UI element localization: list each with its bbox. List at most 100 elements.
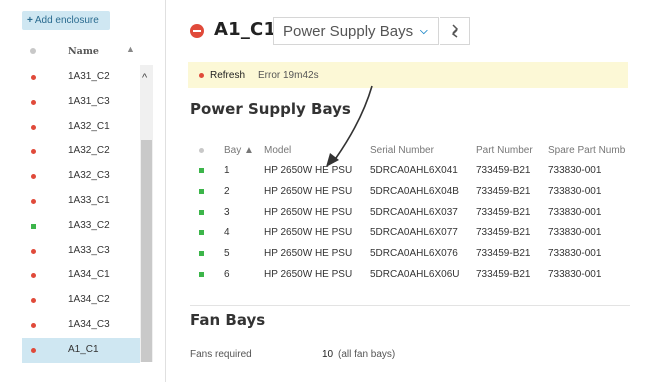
model-cell: HP 2650W HE PSU [264,227,353,239]
bay-cell: 2 [224,185,230,197]
part-number-column-header[interactable]: Part Number [476,145,533,156]
bay-cell: 3 [224,206,230,218]
part-number-cell: 733459-B21 [476,206,531,218]
enclosure-list-item[interactable]: 1A31_C3 [22,90,140,115]
split-view-icon[interactable] [440,17,470,45]
enclosure-name: 1A32_C2 [68,145,110,157]
part-number-cell: 733459-B21 [476,227,531,239]
fans-required-note: (all fan bays) [338,349,396,360]
enclosure-list-item[interactable]: 1A32_C1 [22,115,140,140]
status-icon [31,174,36,180]
status-icon [31,273,36,279]
enclosure-list-header: Name ▲ [22,42,140,62]
enclosure-name: 1A31_C3 [68,95,110,107]
fans-required-label: Fans required [190,349,252,360]
refresh-status-label: Refresh [210,70,246,81]
bay-cell: 1 [224,165,230,176]
add-enclosure-label: Add enclosure [34,15,99,26]
ok-status-icon [199,168,204,173]
status-icon [31,99,36,105]
ok-status-icon [199,188,204,194]
status-icon [31,248,36,254]
sort-ascending-icon[interactable]: ▲ [126,44,135,54]
model-cell: HP 2650W HE PSU [264,248,353,260]
status-icon [31,75,36,80]
table-row[interactable]: 5 HP 2650W HE PSU 5DRCA0AHL6X076 733459-B21… [190,243,630,264]
serial-number-cell: 5DRCA0AHL6X077 [370,227,458,239]
model-column-header[interactable]: Model [264,145,291,156]
enclosure-name: A1_C1 [68,343,99,355]
table-row[interactable]: 2 HP 2650W HE PSU 5DRCA0AHL6X04B 733459-B21… [190,181,630,202]
model-cell: HP 2650W HE PSU [264,165,353,176]
spare-part-number-cell: 733830-001 [548,227,602,239]
enclosure-name: 1A33_C2 [68,219,110,231]
error-status-text: Error 19m42s [258,70,319,81]
table-body: 1 HP 2650W HE PSU 5DRCA0AHL6X041 733459-B21… [190,160,630,285]
serial-number-cell: 5DRCA0AHL6X041 [370,165,458,176]
enclosure-list-item[interactable]: 1A32_C3 [22,164,140,189]
enclosure-list-item[interactable]: 1A33_C1 [22,189,140,214]
bay-cell: 4 [224,227,230,239]
enclosure-name: 1A34_C3 [68,318,110,330]
enclosure-list-item[interactable]: 1A33_C3 [22,239,140,264]
status-icon [31,223,36,229]
main-panel: A1_C1 Power Supply Bays ⌵ Refresh Error … [166,0,650,382]
status-icon [31,298,36,304]
table-header-row: Bay ▲ Model Serial Number Part Number Sp… [190,140,630,160]
status-column-header[interactable] [199,148,204,153]
enclosure-name: 1A34_C2 [68,294,110,306]
serial-number-cell: 5DRCA0AHL6X04B [370,185,459,197]
enclosure-list-item[interactable]: 1A34_C3 [22,313,140,338]
ok-status-icon [199,271,204,277]
enclosure-list-item[interactable]: 1A33_C2 [22,214,140,239]
serial-number-cell: 5DRCA0AHL6X037 [370,206,458,218]
part-number-cell: 733459-B21 [476,248,531,260]
scrollbar-thumb[interactable] [141,140,152,362]
spare-part-number-cell: 733830-001 [548,206,602,218]
bay-column-header[interactable]: Bay ▲ [224,145,254,156]
critical-status-icon [190,24,204,38]
enclosure-name: 1A34_C1 [68,269,110,281]
status-icon [31,149,36,155]
fan-bays-heading: Fan Bays [190,311,266,329]
name-column-header[interactable]: Name [68,46,99,57]
view-selector-dropdown[interactable]: Power Supply Bays ⌵ [273,17,439,45]
enclosure-name: 1A31_C2 [68,71,110,82]
error-status-icon [199,73,204,78]
spare-part-number-cell: 733830-001 [548,165,602,176]
enclosure-list-item[interactable]: 1A32_C2 [22,139,140,164]
model-cell: HP 2650W HE PSU [264,206,353,218]
table-row[interactable]: 3 HP 2650W HE PSU 5DRCA0AHL6X037 733459-B21… [190,202,630,223]
bay-cell: 6 [224,268,230,280]
add-enclosure-button[interactable]: + Add enclosure [22,11,110,30]
model-cell: HP 2650W HE PSU [264,185,353,197]
scroll-up-icon[interactable]: ^ [142,72,147,84]
status-icon [31,347,36,353]
part-number-cell: 733459-B21 [476,268,531,280]
status-column-header[interactable] [30,48,36,54]
status-bar: Refresh Error 19m42s [188,62,628,88]
table-row[interactable]: 1 HP 2650W HE PSU 5DRCA0AHL6X041 733459-B21… [190,160,630,181]
power-supply-table: Bay ▲ Model Serial Number Part Number Sp… [190,140,630,285]
spare-part-number-cell: 733830-001 [548,248,602,260]
spare-part-number-column-header[interactable]: Spare Part Numb [548,145,625,156]
enclosure-list-item[interactable]: 1A34_C1 [22,263,140,288]
enclosure-name: 1A32_C1 [68,120,110,132]
enclosure-list-item[interactable]: A1_C1 [22,337,140,363]
enclosure-name: 1A33_C1 [68,194,110,206]
table-row[interactable]: 4 HP 2650W HE PSU 5DRCA0AHL6X077 733459-B21… [190,222,630,243]
view-selector-value: Power Supply Bays [283,23,414,40]
serial-number-column-header[interactable]: Serial Number [370,145,434,156]
enclosure-list-item[interactable]: 1A31_C2 [22,65,140,90]
enclosure-name: 1A32_C3 [68,170,110,182]
status-icon [31,124,36,130]
page-title: A1_C1 [214,19,277,40]
enclosure-list-item[interactable]: 1A34_C2 [22,288,140,313]
table-row[interactable]: 6 HP 2650W HE PSU 5DRCA0AHL6X06U 733459-B21… [190,264,630,285]
section-divider [190,305,630,306]
bay-cell: 5 [224,248,230,260]
enclosure-list: 1A31_C2 1A31_C3 1A32_C1 1A32_C2 1A32_C3 1A33_… [22,65,140,363]
ok-status-icon [199,230,204,236]
enclosure-name: 1A33_C3 [68,244,110,256]
spare-part-number-cell: 733830-001 [548,185,602,197]
